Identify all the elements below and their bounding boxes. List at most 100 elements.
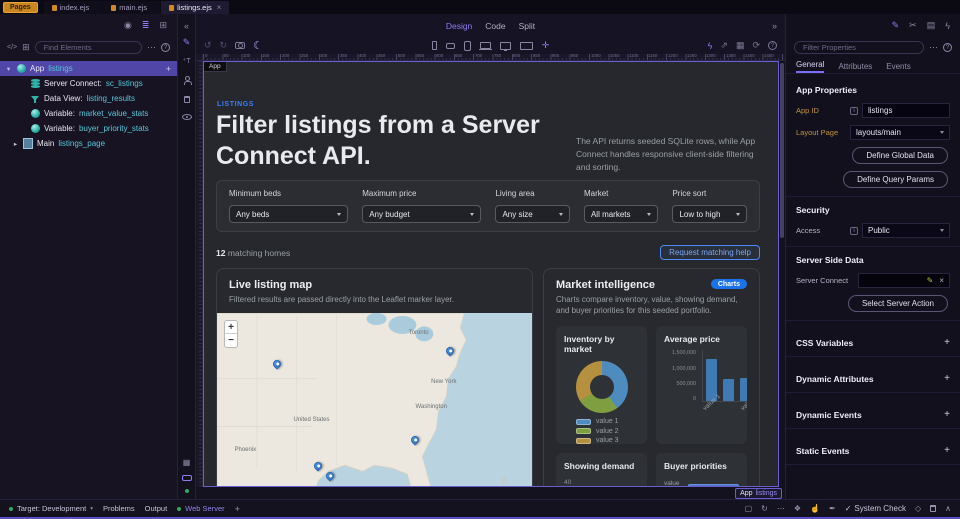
more-options-icon[interactable]: ⋯	[929, 42, 938, 53]
define-data-button[interactable]: Define Query Params	[843, 171, 948, 188]
view-mode-tab[interactable]: Split	[519, 21, 536, 31]
panel-section-toggle[interactable]: Dynamic Events +	[796, 401, 950, 428]
more-options-icon[interactable]: ⋯	[147, 42, 156, 53]
tree-item-icon	[30, 79, 40, 89]
filter-properties-input[interactable]	[794, 41, 924, 54]
layout-page-select[interactable]: layouts/main	[850, 125, 950, 140]
find-elements-input[interactable]	[35, 41, 142, 54]
server-connect-field[interactable]: ✎ ×	[858, 273, 950, 288]
dock-panel-icon[interactable]: ▤	[927, 20, 936, 31]
more-options-icon[interactable]: ⋯	[777, 505, 785, 513]
leaflet-map[interactable]: + − TorontoNew YorkWashingtonUnited Stat…	[217, 313, 532, 487]
view-mode-tab[interactable]: Design	[446, 21, 472, 31]
edit-element-icon[interactable]: ✎	[183, 38, 191, 47]
web-server-button[interactable]: Web Server	[177, 504, 224, 513]
live-listing-map-card: Live listing map Filtered results are pa…	[216, 268, 533, 487]
visibility-icon[interactable]	[182, 114, 192, 120]
system-check-button[interactable]: ✓ System Check	[845, 504, 906, 513]
tree-item[interactable]: Variable: buyer_priority_stats	[0, 121, 177, 136]
tree-chevron-icon[interactable]: ▸	[12, 140, 19, 148]
grid-toggle-icon[interactable]: ▦	[183, 458, 191, 467]
properties-tab[interactable]: Attributes	[838, 62, 872, 73]
ai-assistant-icon[interactable]: ◉	[124, 20, 132, 31]
free-resize-icon[interactable]: ✛	[542, 40, 550, 51]
expand-section-icon[interactable]: +	[944, 373, 950, 384]
feedback-icon[interactable]: ☝	[810, 505, 820, 513]
filter-select[interactable]: Any beds	[229, 205, 348, 223]
filter-select[interactable]: Low to high	[672, 205, 747, 223]
expand-section-icon[interactable]: +	[944, 409, 950, 420]
properties-tab[interactable]: Events	[886, 62, 910, 73]
file-tab[interactable]: listings.ejs ×	[161, 1, 229, 14]
define-data-button[interactable]: Define Global Data	[852, 147, 948, 164]
request-matching-help-button[interactable]: Request matching help	[660, 245, 760, 260]
design-canvas[interactable]: App LISTINGS Filter listings from a Serv…	[203, 61, 779, 487]
trash-icon[interactable]	[930, 505, 936, 512]
filter-select[interactable]: All markets	[584, 205, 659, 223]
expand-section-icon[interactable]: +	[944, 337, 950, 348]
app-id-input[interactable]	[862, 103, 950, 118]
dom-tree-icon[interactable]: ⊞	[159, 20, 167, 31]
help-icon[interactable]: ?	[943, 43, 952, 52]
accessibility-icon[interactable]	[183, 76, 191, 85]
expand-section-icon[interactable]: +	[944, 445, 950, 456]
section-title-server-side-data: Server Side Data	[796, 255, 950, 265]
filter-select[interactable]: Any size	[495, 205, 570, 223]
view-mode-tab[interactable]: Code	[485, 21, 505, 31]
close-tab-icon[interactable]: ×	[217, 3, 222, 12]
canvas-scrollbar[interactable]	[779, 61, 785, 487]
tree-view-icon[interactable]: ⊞	[22, 42, 30, 53]
properties-tab[interactable]: General	[796, 60, 824, 73]
add-child-icon[interactable]: +	[166, 64, 171, 74]
detach-icon[interactable]: ✂	[909, 20, 917, 31]
theme-brush-icon[interactable]: ✒	[829, 505, 836, 513]
access-select[interactable]: Public	[862, 223, 950, 238]
map-zoom-out-button[interactable]: −	[225, 334, 237, 347]
tree-item[interactable]: ▾ App listings +	[0, 61, 177, 76]
tree-chevron-icon[interactable]: ▾	[5, 65, 12, 73]
insert-text-icon[interactable]: ⁺T	[183, 58, 191, 65]
delete-element-icon[interactable]	[184, 96, 190, 103]
edit-properties-icon[interactable]: ✎	[892, 20, 900, 31]
problems-button[interactable]: Problems	[103, 504, 135, 513]
select-server-action-button[interactable]: Select Server Action	[848, 295, 948, 312]
pages-button[interactable]: Pages	[3, 2, 38, 13]
dynamic-actions-icon[interactable]: ϟ	[945, 21, 950, 31]
container-outline-icon[interactable]	[182, 475, 192, 481]
clean-cache-icon[interactable]: ◇	[915, 505, 921, 513]
output-button[interactable]: Output	[145, 504, 168, 513]
tablet-icon[interactable]	[464, 41, 471, 51]
tree-item[interactable]: ▸ Main listings_page	[0, 136, 177, 151]
panel-section-toggle[interactable]: Dynamic Attributes +	[796, 365, 950, 392]
filter-select[interactable]: Any budget	[362, 205, 481, 223]
clear-server-action-icon[interactable]: ×	[939, 276, 944, 285]
tree-item[interactable]: Data View: listing_results	[0, 91, 177, 106]
phone-landscape-icon[interactable]	[446, 43, 455, 49]
section-title-security: Security	[796, 205, 950, 215]
large-screen-icon[interactable]	[520, 42, 533, 50]
tree-item[interactable]: Server Connect: sc_listings	[0, 76, 177, 91]
collapse-panel-icon[interactable]: «	[184, 22, 189, 31]
app-structure-icon[interactable]: ≣	[142, 20, 150, 31]
add-panel-icon[interactable]: +	[235, 504, 240, 514]
selected-element-breadcrumb[interactable]: App listings	[735, 488, 782, 499]
tree-item[interactable]: Variable: market_value_stats	[0, 106, 177, 121]
phone-portrait-icon[interactable]	[432, 41, 437, 50]
map-zoom-in-button[interactable]: +	[225, 321, 237, 334]
collapse-statusbar-icon[interactable]: ∧	[945, 505, 951, 513]
selection-mode-icon[interactable]: ▢	[745, 505, 753, 513]
file-tab[interactable]: index.ejs	[44, 1, 103, 14]
code-view-icon[interactable]: </>	[7, 44, 17, 51]
panel-section-toggle[interactable]: Static Events +	[796, 437, 950, 464]
file-tab[interactable]: main.ejs	[103, 1, 160, 14]
laptop-icon[interactable]	[480, 42, 491, 49]
selected-element-tag[interactable]: App	[204, 62, 227, 72]
share-nodes-icon[interactable]: ❖	[794, 505, 801, 513]
desktop-icon[interactable]	[500, 42, 511, 50]
help-icon[interactable]: ?	[161, 43, 170, 52]
sync-icon[interactable]: ↻	[761, 505, 768, 513]
panel-section-toggle[interactable]: CSS Variables +	[796, 329, 950, 356]
target-selector[interactable]: Target: Development ▾	[9, 504, 93, 513]
scrollbar-thumb[interactable]	[780, 63, 784, 238]
edit-server-action-icon[interactable]: ✎	[927, 276, 934, 285]
